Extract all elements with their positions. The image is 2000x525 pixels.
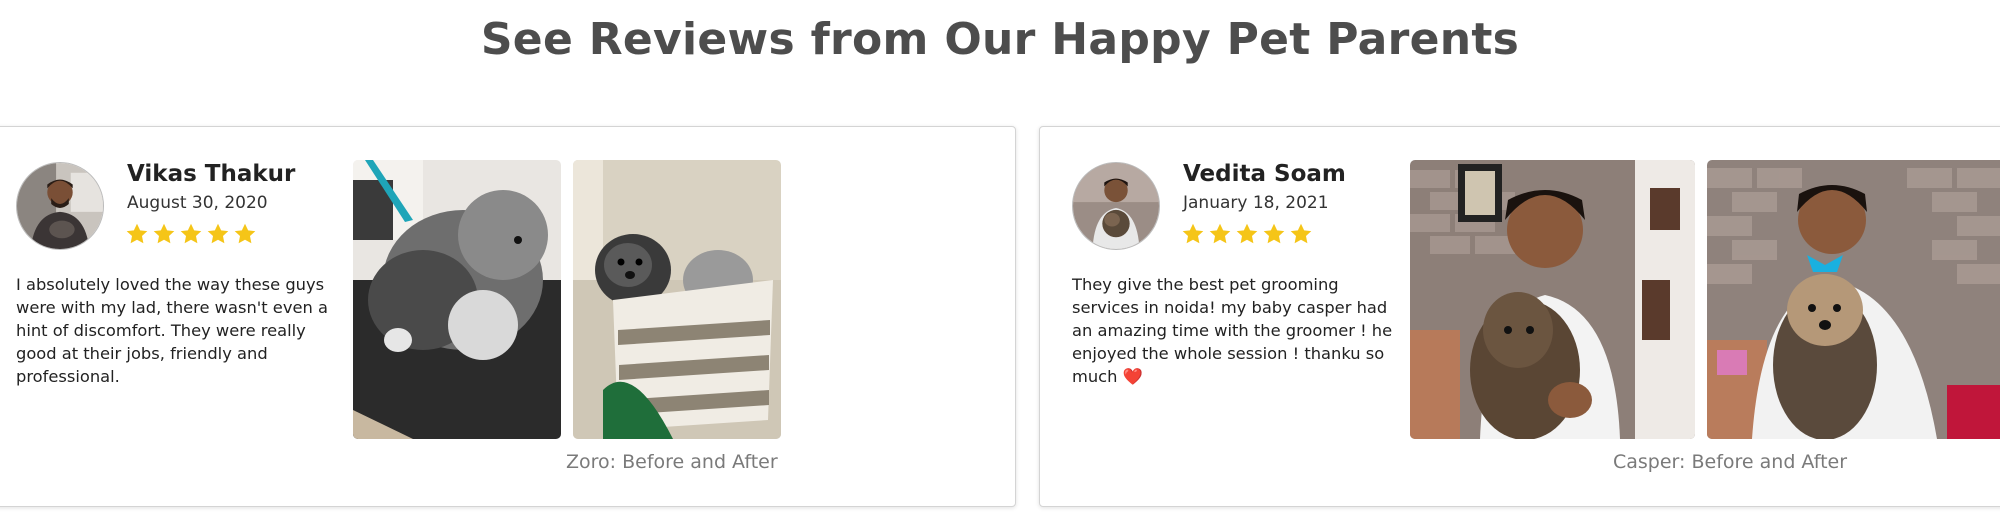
star-icon [234, 223, 256, 244]
reviewer-name: Vedita Soam [1183, 161, 1346, 187]
star-icon [126, 223, 148, 244]
photo-caption: Zoro: Before and After [566, 451, 778, 473]
photo-caption: Casper: Before and After [1613, 451, 1848, 473]
star-icon [1290, 223, 1312, 244]
star-icon [1209, 223, 1231, 244]
star-icon [1263, 223, 1285, 244]
after-photo[interactable] [573, 160, 781, 439]
star-rating [124, 221, 258, 247]
review-text: They give the best pet grooming services… [1072, 273, 1402, 388]
review-text: I absolutely loved the way these guys we… [16, 275, 328, 386]
review-card: Vikas Thakur August 30, 2020 I absolutel… [0, 126, 1016, 507]
review-date: August 30, 2020 [127, 193, 268, 213]
before-photo[interactable] [1410, 160, 1695, 439]
star-icon [153, 223, 175, 244]
review-text-body: They give the best pet grooming services… [1072, 275, 1393, 386]
heart-emoji: ❤️ [1122, 367, 1143, 386]
page-title: See Reviews from Our Happy Pet Parents [480, 14, 1520, 65]
avatar [1072, 162, 1160, 250]
star-rating [1180, 221, 1314, 247]
reviewer-name: Vikas Thakur [127, 161, 296, 187]
avatar [16, 162, 104, 250]
star-icon [180, 223, 202, 244]
review-card: Vedita Soam January 18, 2021 They give t… [1039, 126, 2000, 507]
after-photo[interactable] [1707, 160, 2000, 439]
before-photo[interactable] [353, 160, 561, 439]
star-icon [207, 223, 229, 244]
star-icon [1236, 223, 1258, 244]
star-icon [1182, 223, 1204, 244]
review-date: January 18, 2021 [1183, 193, 1329, 213]
